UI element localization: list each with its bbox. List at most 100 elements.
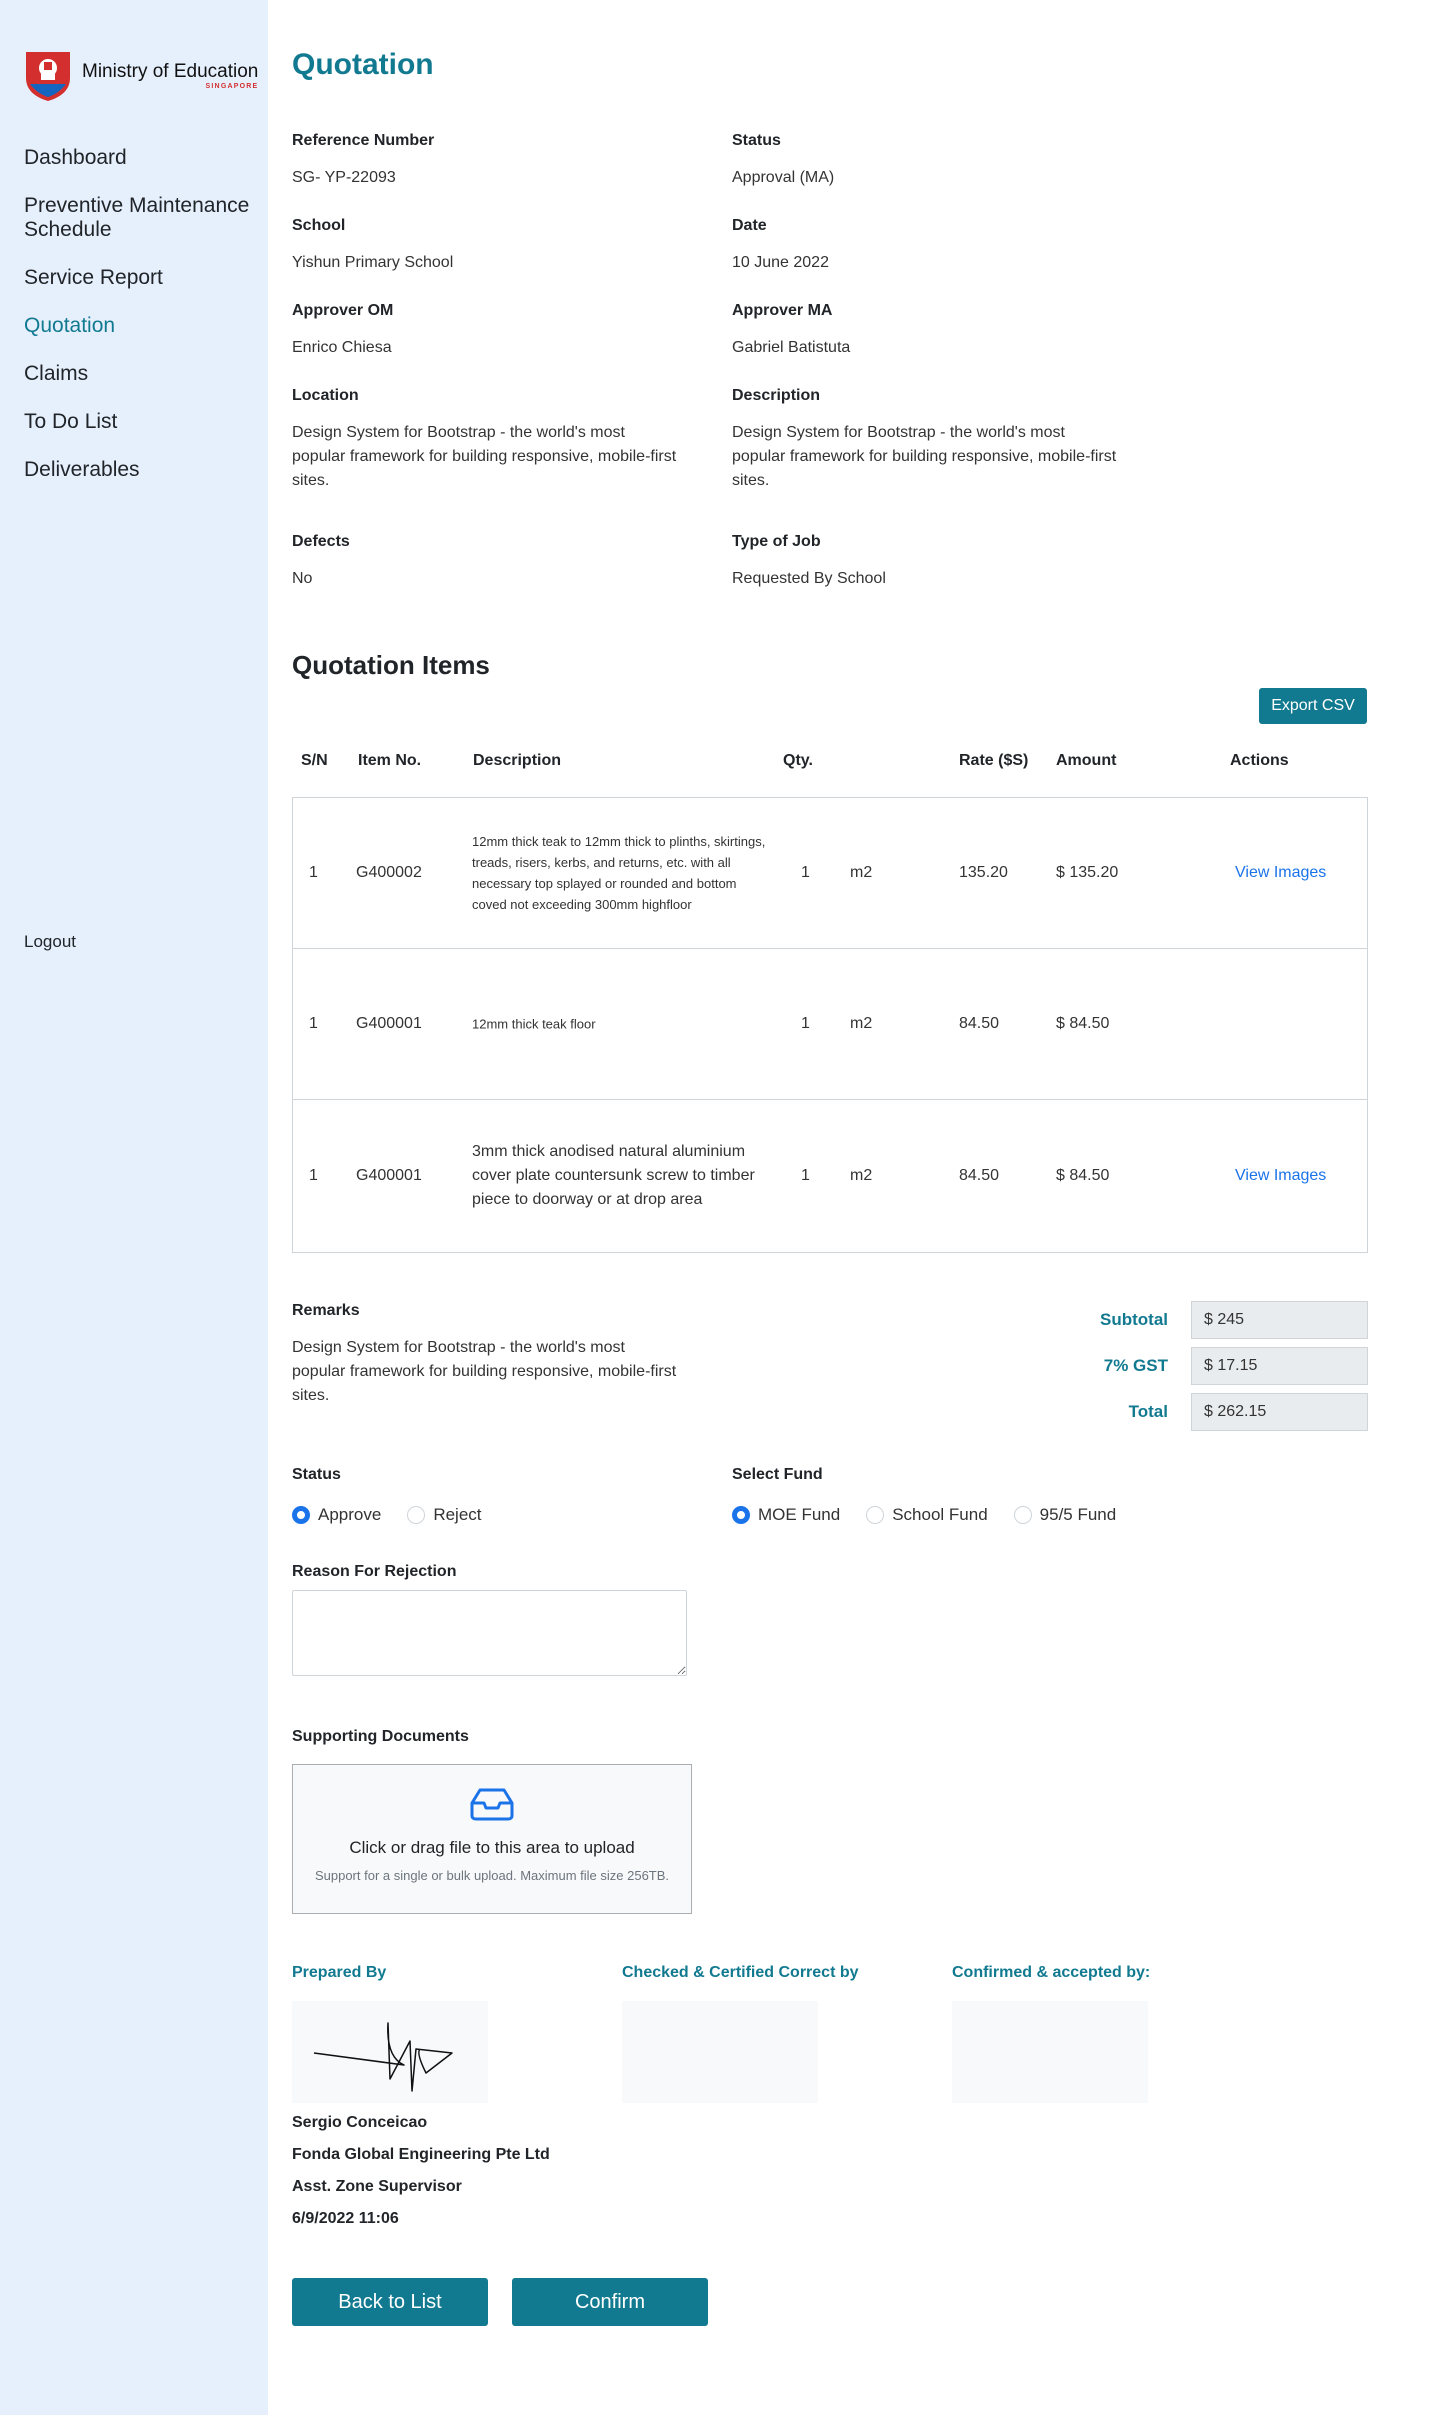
file-upload-dropzone[interactable]: Click or drag file to this area to uploa… — [292, 1764, 692, 1914]
header-rate: Rate ($S) — [959, 752, 1029, 769]
header-amount: Amount — [1056, 752, 1117, 769]
signature-image — [313, 2022, 453, 2092]
approve-radio-label[interactable]: Approve — [318, 1505, 381, 1525]
logo-name: Ministry of Education — [82, 60, 259, 82]
status-value: Approval (MA) — [732, 169, 835, 186]
school-field: School Yishun Primary School — [292, 217, 692, 275]
view-images-link[interactable]: View Images — [1235, 1167, 1326, 1185]
description-value: Design System for Bootstrap - the world'… — [732, 424, 1117, 489]
fund-select-label: Select Fund — [732, 1466, 823, 1483]
table-row: 1 G400001 12mm thick teak floor 1 m2 84.… — [293, 949, 1367, 1100]
row-unit: m2 — [850, 1015, 873, 1032]
approver-ma-label: Approver MA — [732, 302, 833, 319]
status-select-label: Status — [292, 1466, 341, 1483]
header-qty: Qty. — [783, 752, 813, 769]
inbox-icon — [470, 1788, 514, 1821]
remarks-label: Remarks — [292, 1302, 360, 1319]
row-unit: m2 — [850, 1166, 873, 1184]
sidebar: Ministry of Education SINGAPORE Dashboar… — [0, 0, 268, 2415]
row-sn: 1 — [309, 1015, 318, 1032]
confirmed-signature-box[interactable] — [952, 2001, 1148, 2103]
rejection-label: Reason For Rejection — [292, 1563, 457, 1580]
remarks-value: Design System for Bootstrap - the world'… — [292, 1339, 677, 1404]
export-csv-button[interactable]: Export CSV — [1259, 688, 1367, 724]
logout-link[interactable]: Logout — [24, 932, 76, 952]
moe-logo[interactable]: Ministry of Education SINGAPORE — [24, 48, 258, 102]
table-row: 1 G400001 3mm thick anodised natural alu… — [293, 1100, 1367, 1251]
documents-field: Supporting Documents — [292, 1728, 692, 1746]
nav-item-preventive-maintenance-schedule[interactable]: Preventive Maintenance Schedule — [24, 194, 254, 242]
documents-label: Supporting Documents — [292, 1728, 469, 1745]
preparer-datetime: 6/9/2022 11:06 — [292, 2210, 399, 2227]
location-value: Design System for Bootstrap - the world'… — [292, 424, 677, 489]
description-field: Description Design System for Bootstrap … — [732, 387, 1117, 493]
reference-field: Reference Number SG- YP-22093 — [292, 132, 692, 190]
upload-text: Click or drag file to this area to uploa… — [349, 1838, 635, 1857]
status-select-field: Status — [292, 1466, 692, 1484]
view-images-link[interactable]: View Images — [1235, 864, 1326, 882]
moe-fund-radio[interactable] — [732, 1506, 750, 1524]
row-amount: $ 84.50 — [1056, 1015, 1110, 1032]
total-field: $ 262.15 — [1191, 1393, 1368, 1431]
school-fund-radio-label[interactable]: School Fund — [892, 1505, 987, 1525]
checked-signature-box[interactable] — [622, 2001, 818, 2103]
fund-95-5-radio-label[interactable]: 95/5 Fund — [1040, 1505, 1117, 1525]
approver-om-value: Enrico Chiesa — [292, 339, 392, 356]
row-amount: $ 135.20 — [1056, 864, 1119, 881]
school-label: School — [292, 217, 346, 234]
confirm-button[interactable]: Confirm — [512, 2278, 708, 2326]
nav-item-dashboard[interactable]: Dashboard — [24, 146, 254, 170]
row-qty: 1 — [801, 1015, 810, 1032]
job-type-value: Requested By School — [732, 570, 886, 587]
confirmed-by-label: Confirmed & accepted by: — [952, 1964, 1151, 1981]
row-rate: 135.20 — [959, 864, 1008, 881]
row-item-no: G400002 — [356, 864, 422, 881]
logo-text: Ministry of Education SINGAPORE — [82, 61, 258, 90]
back-to-list-button[interactable]: Back to List — [292, 2278, 488, 2326]
row-description: 3mm thick anodised natural aluminium cov… — [472, 1142, 755, 1208]
rejection-reason-input[interactable] — [292, 1590, 687, 1676]
fund-95-5-radio[interactable] — [1013, 1506, 1032, 1524]
reference-value: SG- YP-22093 — [292, 169, 396, 186]
subtotal-field: $ 245 — [1191, 1301, 1368, 1339]
total-label: Total — [1128, 1402, 1168, 1421]
row-description: 12mm thick teak floor — [472, 1016, 596, 1032]
quotation-items-table: 1 G400002 12mm thick teak to 12mm thick … — [292, 797, 1368, 1253]
row-rate: 84.50 — [959, 1166, 1000, 1184]
school-fund-radio[interactable] — [866, 1506, 885, 1524]
gst-label: 7% GST — [1103, 1356, 1168, 1375]
prepared-signature-box — [292, 2001, 488, 2103]
status-field: Status Approval (MA) — [732, 132, 1132, 190]
status-radio-group: Approve Reject — [292, 1505, 508, 1525]
sidebar-nav: Dashboard Preventive Maintenance Schedul… — [24, 146, 254, 506]
approver-om-field: Approver OM Enrico Chiesa — [292, 302, 692, 360]
reject-radio-label[interactable]: Reject — [433, 1505, 481, 1525]
job-type-field: Type of Job Requested By School — [732, 533, 1132, 591]
job-type-label: Type of Job — [732, 533, 821, 550]
nav-item-quotation[interactable]: Quotation — [24, 314, 254, 338]
moe-fund-radio-label[interactable]: MOE Fund — [758, 1505, 840, 1525]
nav-item-service-report[interactable]: Service Report — [24, 266, 254, 290]
fund-select-field: Select Fund — [732, 1466, 1132, 1484]
row-sn: 1 — [309, 1166, 318, 1184]
approve-radio[interactable] — [292, 1506, 310, 1524]
subtotal-label: Subtotal — [1100, 1310, 1168, 1329]
preparer-company: Fonda Global Engineering Pte Ltd — [292, 2146, 550, 2163]
row-qty: 1 — [801, 864, 810, 881]
checked-by-label: Checked & Certified Correct by — [622, 1964, 859, 1981]
prepared-by-label: Prepared By — [292, 1964, 387, 1981]
upload-hint: Support for a single or bulk upload. Max… — [314, 1868, 670, 1883]
preparer-name: Sergio Conceicao — [292, 2114, 428, 2131]
reference-label: Reference Number — [292, 132, 435, 149]
row-description: 12mm thick teak to 12mm thick to plinths… — [472, 834, 766, 912]
nav-item-claims[interactable]: Claims — [24, 362, 254, 386]
nav-item-deliverables[interactable]: Deliverables — [24, 458, 254, 482]
rejection-field: Reason For Rejection — [292, 1563, 692, 1581]
gst-field: $ 17.15 — [1191, 1347, 1368, 1385]
defects-field: Defects No — [292, 533, 692, 591]
row-unit: m2 — [850, 864, 873, 881]
reject-radio[interactable] — [407, 1506, 426, 1524]
nav-item-to-do-list[interactable]: To Do List — [24, 410, 254, 434]
row-amount: $ 84.50 — [1056, 1166, 1110, 1184]
defects-value: No — [292, 570, 313, 587]
